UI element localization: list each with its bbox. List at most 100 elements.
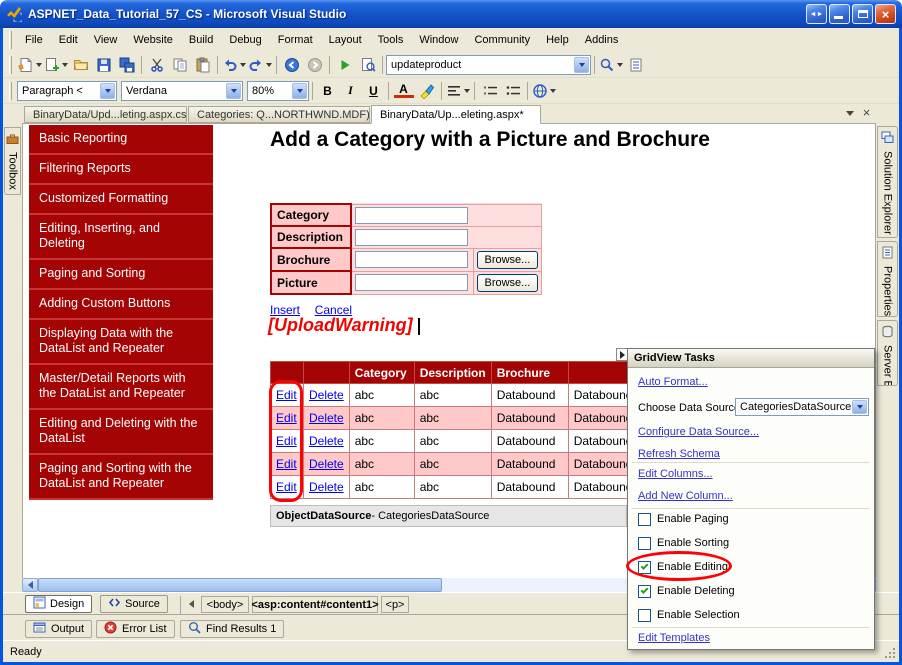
- combobox-dropdown-button[interactable]: [574, 56, 589, 73]
- tag-nav-asp-content[interactable]: <asp:content#content1>: [251, 596, 379, 613]
- menu-tools[interactable]: Tools: [370, 30, 412, 50]
- open-file-button[interactable]: [69, 54, 92, 76]
- delete-link[interactable]: Delete: [309, 457, 344, 471]
- font-color-button[interactable]: A: [392, 80, 415, 102]
- objectdatasource-control[interactable]: ObjectDataSource - CategoriesDataSource: [270, 505, 627, 527]
- tab-binarydata-cs[interactable]: BinaryData/Upd...leting.aspx.cs: [24, 106, 187, 123]
- navigate-forward-button[interactable]: [303, 54, 326, 76]
- edit-columns-link[interactable]: Edit Columns...: [638, 468, 713, 480]
- cut-button[interactable]: [145, 54, 168, 76]
- scroll-left-button[interactable]: [22, 578, 38, 592]
- save-all-button[interactable]: [115, 54, 138, 76]
- font-name-combobox[interactable]: Verdana: [121, 80, 243, 101]
- tag-nav-body[interactable]: <body>: [201, 596, 249, 613]
- checkbox-box[interactable]: [638, 536, 651, 550]
- add-new-column-link[interactable]: Add New Column...: [638, 490, 733, 502]
- tab-close-button[interactable]: ×: [859, 105, 874, 120]
- sidebar-tab-properties[interactable]: Properties: [877, 241, 898, 317]
- highlight-button[interactable]: [415, 80, 438, 102]
- add-item-button[interactable]: [43, 54, 69, 76]
- bullet-list-button[interactable]: [501, 80, 524, 102]
- resize-grip[interactable]: [893, 656, 895, 658]
- sidebar-tab-server-explorer[interactable]: Server E...: [877, 320, 898, 386]
- toolbar-grip[interactable]: [9, 81, 12, 100]
- hyperlink-button[interactable]: [531, 80, 557, 102]
- maximize-button[interactable]: [852, 4, 873, 24]
- combobox-dropdown-button[interactable]: [226, 82, 241, 99]
- start-debugging-button[interactable]: [333, 54, 356, 76]
- find-results-panel-button[interactable]: Find Results 1: [180, 620, 285, 638]
- numbered-list-button[interactable]: [478, 80, 501, 102]
- category-input[interactable]: [355, 206, 468, 224]
- italic-button[interactable]: I: [339, 80, 362, 102]
- block-format-combobox[interactable]: Paragraph <: [17, 80, 117, 101]
- sidebar-item-basic-reporting[interactable]: Basic Reporting: [29, 125, 213, 155]
- sidebar-tab-solution-explorer[interactable]: Solution Explorer: [877, 126, 898, 238]
- sidebar-item-paging-sorting[interactable]: Paging and Sorting: [29, 260, 213, 290]
- sidebar-item-displaying-data[interactable]: Displaying Data with the DataList and Re…: [29, 320, 213, 365]
- menu-addins[interactable]: Addins: [577, 30, 627, 50]
- checkbox-box[interactable]: [638, 512, 651, 526]
- window-arrows-button[interactable]: ◄►: [806, 4, 827, 24]
- brochure-browse-button[interactable]: Browse...: [476, 250, 539, 269]
- edit-templates-link[interactable]: Edit Templates: [638, 632, 710, 644]
- delete-link[interactable]: Delete: [309, 480, 344, 494]
- navigate-back-button[interactable]: [280, 54, 303, 76]
- enable-deleting-checkbox[interactable]: Enable Deleting: [638, 584, 735, 598]
- enable-sorting-checkbox[interactable]: Enable Sorting: [638, 536, 729, 550]
- data-source-combobox[interactable]: CategoriesDataSource: [735, 398, 869, 416]
- menu-edit[interactable]: Edit: [51, 30, 86, 50]
- source-view-button[interactable]: Source: [100, 595, 168, 613]
- configure-data-source-link[interactable]: Configure Data Source...: [638, 426, 759, 438]
- delete-link[interactable]: Delete: [309, 434, 344, 448]
- minimize-button[interactable]: [829, 4, 850, 24]
- tag-nav-p[interactable]: <p>: [381, 596, 409, 613]
- toolbar-grip[interactable]: [9, 31, 12, 49]
- checkbox-box[interactable]: [638, 584, 651, 598]
- enable-selection-checkbox[interactable]: Enable Selection: [638, 608, 740, 622]
- picture-browse-button[interactable]: Browse...: [476, 273, 539, 292]
- auto-format-link[interactable]: Auto Format...: [638, 376, 708, 388]
- delete-link[interactable]: Delete: [309, 411, 344, 425]
- close-button[interactable]: ×: [875, 4, 896, 24]
- bold-button[interactable]: B: [316, 80, 339, 102]
- find-in-files-button[interactable]: [598, 54, 624, 76]
- brochure-file-input[interactable]: [355, 251, 468, 268]
- menu-layout[interactable]: Layout: [321, 30, 370, 50]
- description-input[interactable]: [355, 228, 468, 246]
- menu-debug[interactable]: Debug: [221, 30, 269, 50]
- align-button[interactable]: [445, 80, 471, 102]
- new-project-button[interactable]: [17, 54, 43, 76]
- delete-link[interactable]: Delete: [309, 388, 344, 402]
- font-size-combobox[interactable]: 80%: [247, 80, 309, 101]
- toolbar-grip[interactable]: [9, 55, 12, 74]
- paste-button[interactable]: [191, 54, 214, 76]
- error-list-panel-button[interactable]: Error List: [96, 620, 175, 638]
- output-panel-button[interactable]: Output: [25, 620, 93, 638]
- combobox-dropdown-button[interactable]: [852, 400, 867, 414]
- design-view-button[interactable]: Design: [25, 595, 93, 613]
- picture-file-input[interactable]: [355, 274, 468, 291]
- refresh-schema-link[interactable]: Refresh Schema: [638, 448, 720, 460]
- properties-window-button[interactable]: [624, 54, 647, 76]
- menu-build[interactable]: Build: [181, 30, 221, 50]
- check-page-button[interactable]: [356, 54, 379, 76]
- sidebar-item-master-detail[interactable]: Master/Detail Reports with the DataList …: [29, 365, 213, 410]
- copy-button[interactable]: [168, 54, 191, 76]
- sidebar-tab-toolbox[interactable]: Toolbox: [4, 127, 21, 195]
- tab-binarydata-aspx-active[interactable]: BinaryData/Up...eleting.aspx*: [371, 105, 541, 124]
- enable-paging-checkbox[interactable]: Enable Paging: [638, 512, 729, 526]
- sidebar-item-editing-deleting-datalist[interactable]: Editing and Deleting with the DataList: [29, 410, 213, 455]
- sidebar-item-editing-inserting-deleting[interactable]: Editing, Inserting, and Deleting: [29, 215, 213, 260]
- tab-list-dropdown-button[interactable]: [842, 106, 857, 121]
- menu-help[interactable]: Help: [538, 30, 577, 50]
- menu-format[interactable]: Format: [270, 30, 321, 50]
- underline-button[interactable]: U: [362, 80, 385, 102]
- scrollbar-thumb[interactable]: [38, 578, 442, 592]
- menu-website[interactable]: Website: [125, 30, 181, 50]
- menu-window[interactable]: Window: [411, 30, 466, 50]
- sidebar-item-adding-custom-buttons[interactable]: Adding Custom Buttons: [29, 290, 213, 320]
- menu-file[interactable]: File: [17, 30, 51, 50]
- tab-categories-mdf[interactable]: Categories: Q...NORTHWND.MDF): [188, 106, 370, 123]
- sidebar-item-filtering-reports[interactable]: Filtering Reports: [29, 155, 213, 185]
